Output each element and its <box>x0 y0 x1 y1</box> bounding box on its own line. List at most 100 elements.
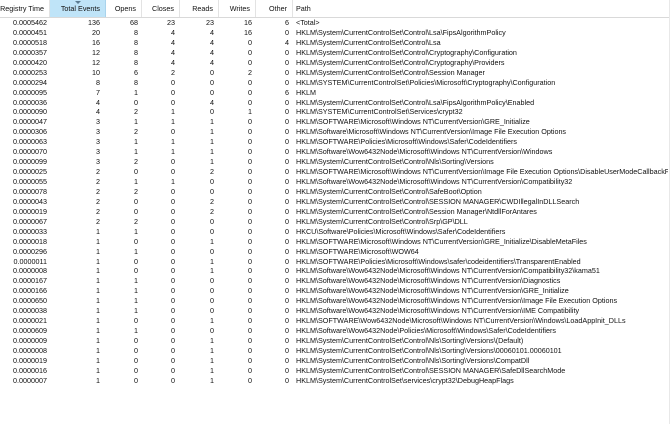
column-header-label: Registry Time <box>0 4 44 13</box>
cell-total-events: 136 <box>88 18 100 27</box>
table-row[interactable]: 0.0000019 1 0 0 1 0 0 HKLM\System\CurrentContro… <box>0 356 670 366</box>
column-header-writes[interactable]: Writes <box>219 0 256 17</box>
cell-opens: 8 <box>134 27 138 37</box>
table-row[interactable]: 0.0000016 1 0 0 1 0 0 HKLM\System\CurrentContro… <box>0 366 670 376</box>
cell-writes: 0 <box>248 256 252 266</box>
table-row[interactable]: 0.0000063 3 1 1 1 0 0 HKLM\SOFTWARE\Policies\Mi… <box>0 137 670 147</box>
cell-closes: 1 <box>171 137 175 147</box>
cell-opens: 0 <box>134 336 138 345</box>
cell-opens: 1 <box>134 117 138 127</box>
cell-opens: 1 <box>134 147 138 157</box>
cell-reads: 4 <box>210 57 214 67</box>
cell-registry-time: 0.0000047 <box>13 117 47 127</box>
column-header-path[interactable]: Path <box>293 0 670 17</box>
cell-closes: 0 <box>171 266 175 276</box>
cell-writes: 0 <box>248 177 252 186</box>
table-row[interactable]: 0.0000296 1 1 0 0 0 0 HKLM\SOFTWARE\Microsoft\W… <box>0 247 670 257</box>
cell-path: HKLM\System\CurrentControlSet\Control\Sa… <box>296 186 482 196</box>
table-row[interactable]: 0.0000420 12 8 4 4 0 0 HKLM\System\CurrentContr… <box>0 58 670 68</box>
table-row[interactable]: 0.0000008 1 0 0 1 0 0 HKLM\Software\Wow6432Node… <box>0 266 670 276</box>
table-row[interactable]: 0.0000166 1 1 0 0 0 0 HKLM\Software\Wow6432Node… <box>0 286 670 296</box>
cell-closes: 0 <box>171 206 175 216</box>
cell-writes: 0 <box>248 286 252 296</box>
table-row[interactable]: 0.0000067 2 2 0 0 0 0 HKLM\System\CurrentContro… <box>0 217 670 227</box>
cell-registry-time: 0.0000294 <box>13 77 47 87</box>
column-header-other[interactable]: Other <box>256 0 293 17</box>
column-header-registry-time[interactable]: Registry Time <box>0 0 50 17</box>
cell-reads: 1 <box>210 266 214 276</box>
cell-reads: 1 <box>210 117 214 127</box>
table-row[interactable]: 0.0000090 4 2 1 0 1 0 HKLM\SYSTEM\CurrentContro… <box>0 107 670 117</box>
cell-registry-time: 0.0000306 <box>13 127 47 137</box>
cell-closes: 0 <box>171 167 175 177</box>
table-row[interactable]: 0.0000009 1 0 0 1 0 0 HKLM\System\CurrentContro… <box>0 336 670 346</box>
cell-closes: 1 <box>171 147 175 157</box>
cell-other: 0 <box>285 375 289 385</box>
table-row[interactable]: 0.0000019 2 0 0 2 0 0 HKLM\System\CurrentContro… <box>0 207 670 217</box>
table-row[interactable]: 0.0000047 3 1 1 1 0 0 HKLM\SOFTWARE\Microsoft\W… <box>0 117 670 127</box>
cell-total-events: 1 <box>96 256 100 266</box>
table-row[interactable]: 0.0000650 1 1 0 0 0 0 HKLM\Software\Wow6432Node… <box>0 296 670 306</box>
table-row[interactable]: 0.0000518 16 8 4 4 0 4 HKLM\System\CurrentContr… <box>0 38 670 48</box>
table-row[interactable]: 0.0000253 10 6 2 0 2 0 HKLM\System\CurrentContr… <box>0 68 670 78</box>
table-row[interactable]: 0.0000609 1 1 0 0 0 0 HKLM\Software\Wow6432Node… <box>0 326 670 336</box>
cell-writes: 0 <box>248 236 252 246</box>
cell-other: 0 <box>285 276 289 286</box>
cell-opens: 1 <box>134 306 138 316</box>
table-row[interactable]: 0.0000021 1 0 0 1 0 0 HKLM\SOFTWARE\Wow6432Node… <box>0 316 670 326</box>
table-row[interactable]: 0.0000451 20 8 4 4 16 0 HKLM\System\CurrentCont… <box>0 28 670 38</box>
cell-opens: 1 <box>134 137 138 147</box>
cell-reads: 0 <box>210 306 214 316</box>
column-header-opens[interactable]: Opens <box>106 0 142 17</box>
cell-writes: 0 <box>248 206 252 216</box>
cell-closes: 0 <box>171 306 175 316</box>
cell-registry-time: 0.0000099 <box>13 157 47 167</box>
cell-registry-time: 0.0000078 <box>13 186 47 196</box>
table-row[interactable]: 0.0000294 8 8 0 0 0 0 HKLM\SYSTEM\CurrentContro… <box>0 78 670 88</box>
cell-reads: 0 <box>210 326 214 336</box>
cell-path: HKLM\SYSTEM\CurrentControlSet\Services\c… <box>296 107 463 117</box>
table-row[interactable]: 0.0000007 1 0 0 1 0 0 HKLM\System\CurrentContro… <box>0 376 670 386</box>
table-row[interactable]: 0.0000011 1 0 0 1 0 0 HKLM\SOFTWARE\Policies\Mi… <box>0 257 670 267</box>
table-row[interactable]: 0.0000357 12 8 4 4 0 0 HKLM\System\CurrentContr… <box>0 48 670 58</box>
cell-registry-time: 0.0000063 <box>13 137 47 147</box>
table-row[interactable]: 0.0000036 4 0 0 4 0 0 HKLM\System\CurrentContro… <box>0 98 670 108</box>
table-row[interactable]: 0.0000070 3 1 1 1 0 0 HKLM\Software\Wow6432Node… <box>0 147 670 157</box>
column-header-closes[interactable]: Closes <box>142 0 180 17</box>
table-row[interactable]: 0.0000055 2 1 1 0 0 0 HKLM\Software\Wow6432Node… <box>0 177 670 187</box>
table-row[interactable]: 0.0000008 1 0 0 1 0 0 HKLM\System\CurrentContro… <box>0 346 670 356</box>
table-row[interactable]: 0.0000095 7 1 0 0 0 6 HKLM <box>0 88 670 98</box>
cell-path: HKCU\Software\Policies\Microsoft\Windows… <box>296 226 506 236</box>
table-row[interactable]: 0.0000038 1 1 0 0 0 0 HKLM\Software\Wow6432Node… <box>0 306 670 316</box>
cell-path: HKLM\System\CurrentControlSet\Control\SE… <box>296 365 566 375</box>
cell-total-events: 1 <box>96 326 100 336</box>
cell-other: 0 <box>285 236 289 246</box>
table-row[interactable]: 0.0000306 3 2 0 1 0 0 HKLM\Software\Microsoft\W… <box>0 127 670 137</box>
cell-other: 0 <box>285 147 289 157</box>
cell-other: 0 <box>285 137 289 147</box>
table-row[interactable]: 0.0000033 1 1 0 0 0 0 HKCU\Software\Policies\Mi… <box>0 227 670 237</box>
cell-closes: 2 <box>171 67 175 77</box>
column-header-total-events[interactable]: Total Events <box>50 0 106 17</box>
table-row[interactable]: 0.0005462 136 68 23 23 16 6 <Total> <box>0 18 670 28</box>
table-row[interactable]: 0.0000078 2 2 0 0 0 0 HKLM\System\CurrentContro… <box>0 187 670 197</box>
table-row[interactable]: 0.0000043 2 0 0 2 0 0 HKLM\System\CurrentContro… <box>0 197 670 207</box>
cell-closes: 0 <box>171 77 175 87</box>
cell-other: 0 <box>285 177 289 186</box>
table-row[interactable]: 0.0000167 1 1 0 0 0 0 HKLM\Software\Wow6432Node… <box>0 276 670 286</box>
cell-other: 0 <box>285 47 289 57</box>
cell-total-events: 2 <box>96 186 100 196</box>
table-row[interactable]: 0.0000018 1 0 0 1 0 0 HKLM\SOFTWARE\Microsoft\W… <box>0 237 670 247</box>
cell-registry-time: 0.0000011 <box>13 256 47 266</box>
table-row[interactable]: 0.0000025 2 0 0 2 0 0 HKLM\SOFTWARE\Microsoft\W… <box>0 167 670 177</box>
cell-closes: 1 <box>171 107 175 117</box>
cell-closes: 23 <box>167 18 175 27</box>
cell-reads: 0 <box>210 296 214 306</box>
cell-reads: 1 <box>210 355 214 365</box>
cell-registry-time: 0.0000021 <box>13 316 47 326</box>
cell-path: HKLM\Software\Wow6432Node\Microsoft\Wind… <box>296 306 580 316</box>
table-row[interactable]: 0.0000099 3 2 0 1 0 0 HKLM\System\CurrentContro… <box>0 157 670 167</box>
column-header-reads[interactable]: Reads <box>180 0 219 17</box>
cell-reads: 4 <box>210 47 214 57</box>
cell-total-events: 2 <box>96 177 100 186</box>
